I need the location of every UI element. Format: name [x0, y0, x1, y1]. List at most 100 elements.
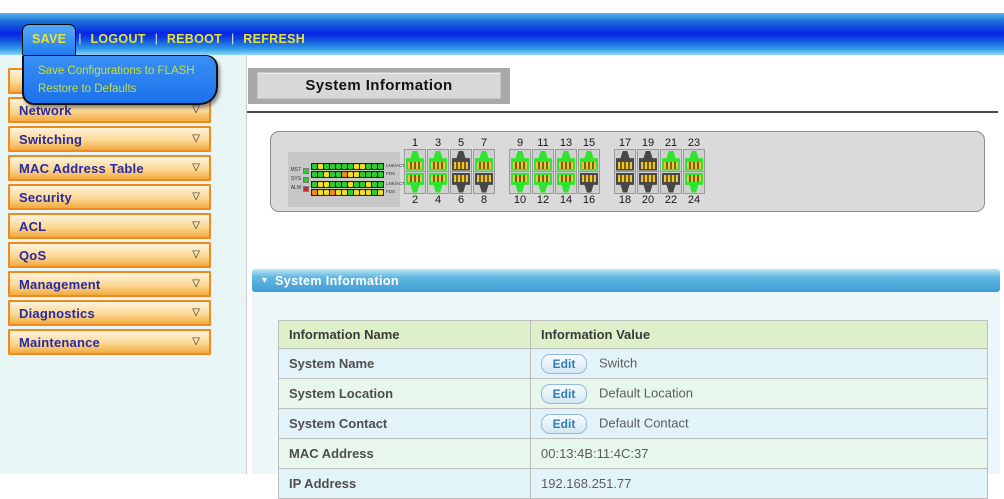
port-5[interactable] — [450, 149, 472, 172]
port-10[interactable] — [509, 171, 531, 194]
dropdown-item-save-configurations-to-flash[interactable]: Save Configurations to FLASH — [24, 62, 216, 80]
led — [330, 182, 335, 187]
edit-button-system-name[interactable]: Edit — [541, 354, 587, 374]
port-number: 11 — [532, 137, 554, 149]
panel-header[interactable]: ▾ System Information — [252, 269, 1000, 292]
sidebar-item-acl[interactable]: ACL▽ — [8, 213, 211, 239]
port-group: 13572468 — [404, 137, 496, 206]
port-23[interactable] — [683, 149, 705, 172]
dropdown-item-restore-to-defaults[interactable]: Restore to Defaults — [24, 80, 216, 98]
sidebar-item-label: MAC Address Table — [19, 161, 144, 176]
sidebar-item-qos[interactable]: QoS▽ — [8, 242, 211, 268]
menu-item-reboot[interactable]: REBOOT — [160, 32, 229, 55]
rj45-pins-icon — [559, 162, 573, 169]
menu-item-logout[interactable]: LOGOUT — [83, 32, 152, 55]
rj45-pins-icon — [454, 175, 468, 182]
port-14[interactable] — [555, 171, 577, 194]
edit-button-system-location[interactable]: Edit — [541, 384, 587, 404]
edit-button-system-contact[interactable]: Edit — [541, 414, 587, 434]
port-16[interactable] — [578, 171, 600, 194]
rj45-jack-icon — [429, 151, 447, 171]
port-number: 1 — [404, 137, 426, 149]
sidebar-item-switching[interactable]: Switching ▽ — [8, 126, 211, 152]
led-grid-cells — [311, 181, 384, 188]
port-12[interactable] — [532, 171, 554, 194]
port-4[interactable] — [427, 171, 449, 194]
port-17[interactable] — [614, 149, 636, 172]
sidebar-item-mac-address-table[interactable]: MAC Address Table▽ — [8, 155, 211, 181]
rj45-pins-icon — [559, 175, 573, 182]
port-13[interactable] — [555, 149, 577, 172]
rj45-pins-icon — [618, 175, 632, 182]
rj45-jack-icon — [639, 151, 657, 171]
port-7[interactable] — [473, 149, 495, 172]
rj45-pins-icon — [641, 162, 655, 169]
row-name: System Contact — [279, 409, 531, 439]
sidebar-item-label: Switching — [19, 132, 82, 147]
rj45-pins-icon — [582, 175, 596, 182]
menu-item-refresh[interactable]: REFRESH — [236, 32, 312, 55]
port-number: 8 — [473, 194, 495, 206]
port-8[interactable] — [473, 171, 495, 194]
port-6[interactable] — [450, 171, 472, 194]
port-21[interactable] — [660, 149, 682, 172]
led — [336, 190, 341, 195]
led-bank-label: FDX — [386, 190, 395, 195]
chevron-down-icon: ▽ — [192, 308, 200, 318]
port-24[interactable] — [683, 171, 705, 194]
menu-separator: | — [76, 31, 83, 55]
rj45-jack-icon — [475, 173, 493, 193]
led — [360, 164, 365, 169]
port-9[interactable] — [509, 149, 531, 172]
table-row: System LocationEditDefault Location — [279, 379, 988, 409]
led — [378, 190, 383, 195]
sidebar-item-management[interactable]: Management▽ — [8, 271, 211, 297]
row-name: System Location — [279, 379, 531, 409]
rj45-pins-icon — [408, 175, 422, 182]
rj45-jack-icon — [685, 151, 703, 171]
port-18[interactable] — [614, 171, 636, 194]
rj45-pins-icon — [431, 175, 445, 182]
port-numbers-top: 9111315 — [509, 137, 601, 149]
switch-front-panel: MSTSYSALM LNK/ACTFDXLNK/ACTFDX 135724689… — [270, 131, 985, 212]
table-row: MAC Address00:13:4B:11:4C:37 — [279, 439, 988, 469]
port-group: 1719212318202224 — [614, 137, 706, 206]
page-title: System Information — [257, 72, 501, 99]
led-grid-row: FDX — [311, 171, 405, 178]
port-11[interactable] — [532, 149, 554, 172]
sidebar-item-diagnostics[interactable]: Diagnostics▽ — [8, 300, 211, 326]
port-number: 6 — [450, 194, 472, 206]
rj45-jack-icon — [557, 173, 575, 193]
table-row: System NameEditSwitch — [279, 349, 988, 379]
panel-title: System Information — [275, 274, 399, 288]
led — [378, 172, 383, 177]
port-number: 24 — [683, 194, 705, 206]
led — [336, 164, 341, 169]
port-15[interactable] — [578, 149, 600, 172]
rj45-pins-icon — [664, 162, 678, 169]
port-20[interactable] — [637, 171, 659, 194]
led — [342, 190, 347, 195]
led — [366, 190, 371, 195]
port-19[interactable] — [637, 149, 659, 172]
port-22[interactable] — [660, 171, 682, 194]
sidebar: ▽Network▽Switching▽MAC Address Table▽Sec… — [0, 55, 247, 474]
port-number: 3 — [427, 137, 449, 149]
port-3[interactable] — [427, 149, 449, 172]
led — [348, 182, 353, 187]
port-1[interactable] — [404, 149, 426, 172]
led — [318, 190, 323, 195]
table-body: System NameEditSwitchSystem Location Edit… — [279, 349, 988, 499]
led — [354, 164, 359, 169]
led — [354, 190, 359, 195]
port-2[interactable] — [404, 171, 426, 194]
chevron-down-icon: ▽ — [192, 134, 200, 144]
led — [342, 182, 347, 187]
sidebar-item-security[interactable]: Security▽ — [8, 184, 211, 210]
rj45-jack-icon — [557, 151, 575, 171]
sidebar-item-maintenance[interactable]: Maintenance▽ — [8, 329, 211, 355]
led — [366, 172, 371, 177]
status-led-row: SYS — [290, 177, 309, 183]
menu-item-save[interactable]: SAVE — [22, 24, 76, 55]
led — [324, 190, 329, 195]
